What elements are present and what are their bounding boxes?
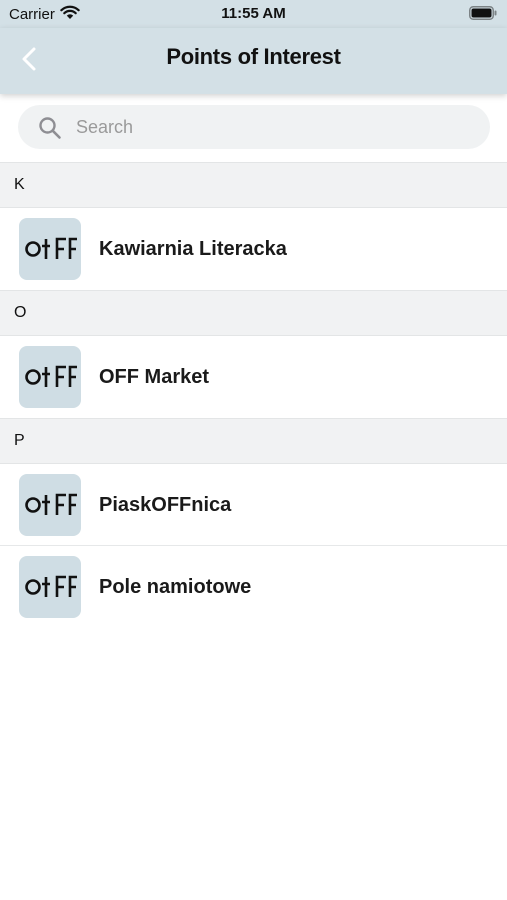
- list-item[interactable]: PiaskOFFnica: [0, 464, 507, 546]
- list-item-label: Pole namiotowe: [99, 576, 252, 598]
- section-header-p: P: [0, 418, 507, 464]
- list-item-label: Kawiarnia Literacka: [99, 238, 287, 260]
- off-logo-icon: [25, 237, 77, 259]
- points-of-interest-list: K Kawiarnia Literacka O OFF Market P Pia…: [0, 162, 507, 628]
- navigation-bar: Points of Interest: [0, 28, 507, 94]
- list-item-label: PiaskOFFnica: [99, 494, 232, 516]
- page-title: Points of Interest: [166, 44, 341, 69]
- search-field[interactable]: [18, 105, 490, 149]
- list-item-label: OFF Market: [99, 366, 210, 388]
- off-logo-thumbnail: [19, 474, 81, 536]
- list-item[interactable]: Pole namiotowe: [0, 546, 507, 628]
- status-bar: Carrier 11:55 AM: [0, 0, 507, 28]
- off-logo-icon: [25, 493, 77, 515]
- off-logo-thumbnail: [19, 556, 81, 618]
- search-bar: [0, 94, 507, 162]
- status-time: 11:55 AM: [221, 5, 286, 22]
- section-header-o: O: [0, 290, 507, 336]
- off-logo-icon: [25, 365, 77, 387]
- search-input[interactable]: [76, 105, 476, 149]
- off-logo-icon: [25, 575, 77, 597]
- battery-icon: [469, 6, 497, 24]
- search-icon: [38, 116, 62, 145]
- list-item[interactable]: Kawiarnia Literacka: [0, 208, 507, 290]
- off-logo-thumbnail: [19, 218, 81, 280]
- list-item[interactable]: OFF Market: [0, 336, 507, 418]
- section-header-k: K: [0, 162, 507, 208]
- off-logo-thumbnail: [19, 346, 81, 408]
